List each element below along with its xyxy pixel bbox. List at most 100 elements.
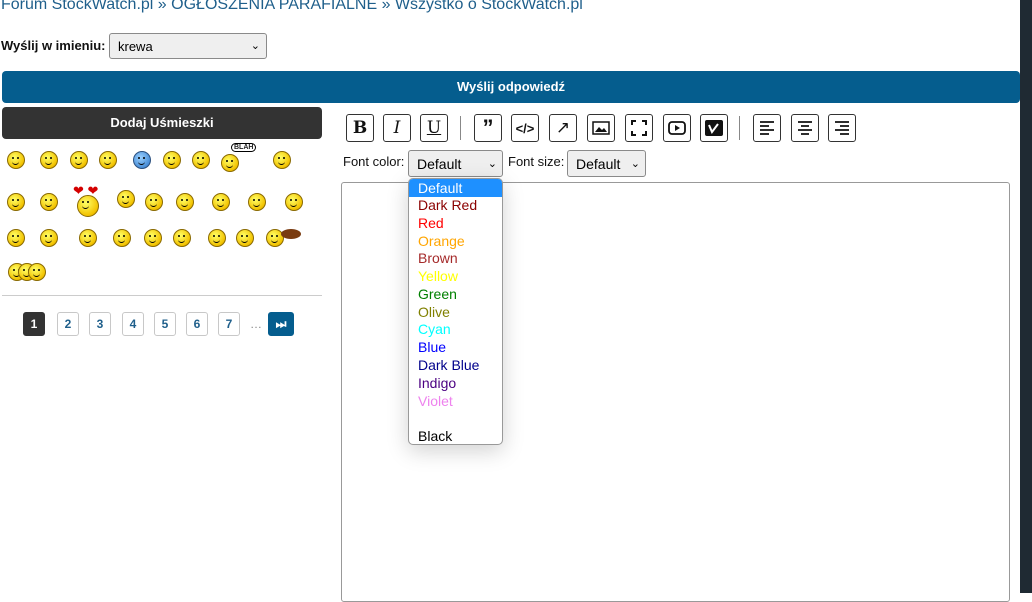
quote-icon: ”	[482, 115, 494, 140]
blah-bubble: BLAH	[231, 143, 257, 152]
font-color-option[interactable]: Default	[409, 179, 502, 197]
divider	[2, 295, 322, 296]
align-center-button[interactable]	[791, 114, 819, 142]
font-color-option[interactable]: Brown	[409, 249, 502, 267]
youtube-button[interactable]	[663, 114, 691, 142]
smiley-icon[interactable]	[7, 193, 25, 211]
font-color-option[interactable]: Yellow	[409, 267, 502, 285]
font-color-dropdown: Default Dark Red Red Orange Brown Yellow…	[408, 178, 503, 445]
smiley-icon[interactable]	[208, 229, 226, 247]
smiley-icon[interactable]	[285, 193, 303, 211]
smiley-icon[interactable]	[70, 151, 88, 169]
smiley-icon[interactable]	[273, 151, 291, 169]
smiley-icon[interactable]	[163, 151, 181, 169]
breadcrumb-category-link[interactable]: OGŁOSZENIA PARAFIALNE	[171, 0, 377, 13]
font-color-option[interactable]: Violet	[409, 392, 502, 410]
page-button-2[interactable]: 2	[57, 312, 79, 336]
smiley-icon[interactable]	[99, 151, 117, 169]
italic-icon: I	[393, 118, 401, 138]
smiley-icon[interactable]	[145, 193, 163, 211]
font-color-option[interactable]: Dark Blue	[409, 356, 502, 374]
page-button-5[interactable]: 5	[154, 312, 176, 336]
breadcrumb-topic-link[interactable]: Wszystko o StockWatch.pl	[395, 0, 583, 13]
breadcrumb-forum-link[interactable]: Forum StockWatch.pl	[1, 0, 153, 13]
smiley-icon[interactable]	[236, 229, 254, 247]
font-color-select[interactable]: Default ⌄	[408, 150, 503, 177]
font-color-option[interactable]	[409, 409, 502, 427]
toolbar-separator	[739, 116, 740, 140]
smiley-icon[interactable]	[77, 195, 99, 217]
fullscreen-button[interactable]	[625, 114, 653, 142]
font-color-option[interactable]: Olive	[409, 303, 502, 321]
align-right-icon	[835, 121, 849, 135]
chevron-down-icon: ⌄	[630, 158, 640, 170]
page-button-1[interactable]: 1	[23, 312, 45, 336]
smiley-icon[interactable]	[176, 193, 194, 211]
bold-button[interactable]: B	[346, 114, 374, 142]
image-button[interactable]	[587, 114, 615, 142]
italic-button[interactable]: I	[383, 114, 411, 142]
align-left-button[interactable]	[753, 114, 781, 142]
pagination-ellipsis: …	[250, 317, 262, 331]
page-button-4[interactable]: 4	[122, 312, 144, 336]
smiley-icon[interactable]	[221, 154, 239, 172]
smiley-icon[interactable]	[133, 151, 151, 169]
last-page-button[interactable]: ⏭	[268, 312, 294, 336]
image-icon	[592, 121, 610, 135]
vimeo-button[interactable]	[700, 114, 728, 142]
font-color-label: Font color:	[343, 154, 405, 169]
font-size-label: Font size:	[508, 154, 565, 169]
quote-button[interactable]: ”	[474, 114, 502, 142]
chevron-down-icon: ⌄	[487, 158, 497, 170]
page-button-6[interactable]: 6	[186, 312, 208, 336]
page-button-7[interactable]: 7	[218, 312, 240, 336]
vimeo-icon	[705, 120, 723, 136]
smiley-icon[interactable]	[7, 229, 25, 247]
smiley-icon[interactable]	[212, 193, 230, 211]
code-icon: </>	[515, 120, 535, 136]
breadcrumb: Forum StockWatch.pl » OGŁOSZENIA PARAFIA…	[1, 0, 583, 14]
page-button-3[interactable]: 3	[89, 312, 111, 336]
breadcrumb-separator: »	[381, 0, 391, 13]
smiley-icon[interactable]	[7, 151, 25, 169]
font-color-option[interactable]: Dark Red	[409, 196, 502, 214]
smiley-icon[interactable]	[113, 229, 131, 247]
smiley-icon[interactable]	[79, 229, 97, 247]
align-right-button[interactable]	[828, 114, 856, 142]
submit-reply-button[interactable]: Wyślij odpowiedź	[2, 71, 1020, 103]
smiley-icon[interactable]	[144, 229, 162, 247]
breadcrumb-separator: »	[157, 0, 167, 13]
font-color-option[interactable]: Black	[409, 427, 502, 444]
font-color-option[interactable]: Cyan	[409, 320, 502, 338]
smiley-icon[interactable]	[28, 263, 46, 281]
window-scrollbar[interactable]	[1020, 0, 1032, 593]
link-button[interactable]: ↗	[549, 114, 577, 142]
font-color-option[interactable]: Blue	[409, 338, 502, 356]
font-color-option[interactable]: Green	[409, 285, 502, 303]
bold-icon: B	[352, 118, 368, 138]
font-size-select-value: Default	[576, 156, 621, 172]
font-color-select-value: Default	[417, 156, 462, 172]
smiley-icon[interactable]	[40, 193, 58, 211]
add-smileys-button[interactable]: Dodaj Uśmieszki	[2, 107, 322, 139]
smiley-icon[interactable]	[117, 190, 135, 208]
font-color-option[interactable]: Orange	[409, 232, 502, 250]
fullscreen-icon	[631, 120, 647, 136]
align-center-icon	[798, 121, 812, 135]
smiley-icon[interactable]	[248, 193, 266, 211]
font-color-option[interactable]: Red	[409, 214, 502, 232]
smiley-icon[interactable]	[173, 229, 191, 247]
code-button[interactable]: </>	[511, 114, 539, 142]
smiley-icon[interactable]	[40, 151, 58, 169]
sender-label: Wyślij w imieniu:	[1, 38, 106, 53]
font-size-select[interactable]: Default ⌄	[567, 150, 646, 177]
sender-select[interactable]: krewa ⌄	[109, 33, 267, 59]
smiley-icon[interactable]	[40, 229, 58, 247]
align-left-icon	[760, 121, 774, 135]
smiley-icon[interactable]	[192, 151, 210, 169]
underline-button[interactable]: U	[420, 114, 448, 142]
font-color-option[interactable]: Indigo	[409, 374, 502, 392]
chevron-down-icon: ⌄	[250, 40, 260, 52]
youtube-icon	[668, 121, 686, 135]
underline-icon: U	[426, 118, 442, 138]
